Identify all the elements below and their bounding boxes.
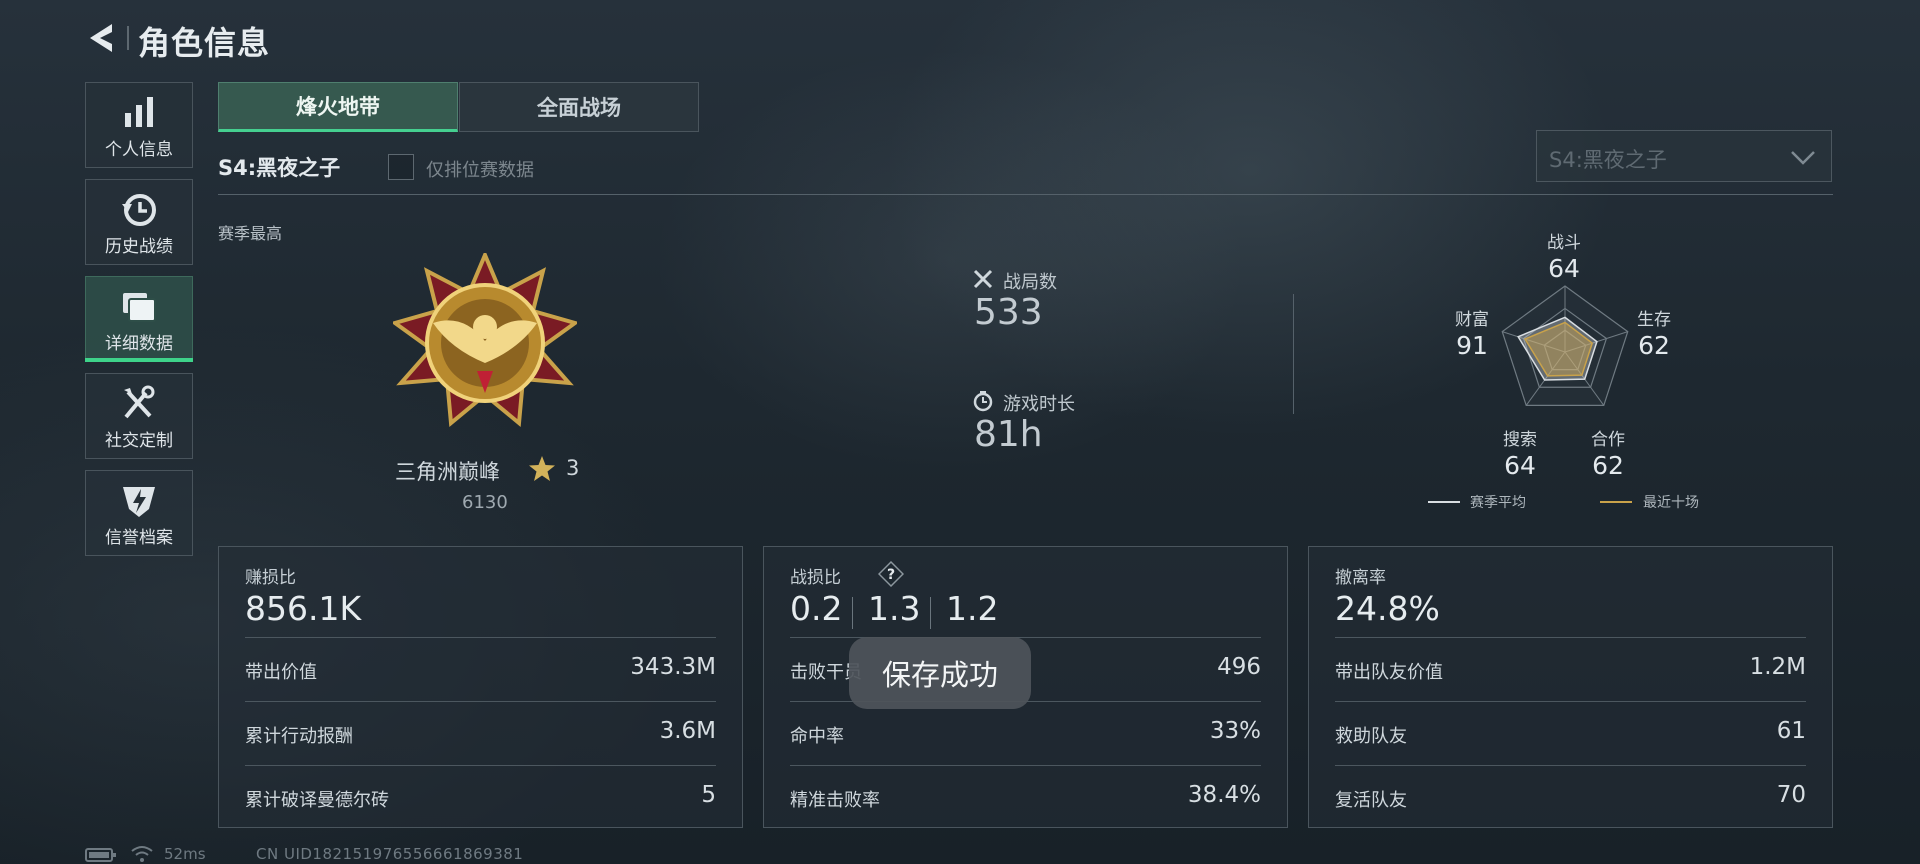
radar-value-wealth: 91 (1456, 331, 1488, 360)
row-value: 5 (701, 782, 716, 808)
kd-separator (852, 597, 853, 629)
row-divider (790, 765, 1261, 766)
bar-chart-icon (125, 97, 153, 127)
radar-label-survival: 生存 (1637, 310, 1671, 330)
help-icon[interactable]: ? (878, 561, 904, 587)
profit-value: 856.1K (245, 589, 362, 628)
season-high-label: 赛季最高 (218, 224, 283, 243)
cards-stack-icon (123, 293, 156, 322)
row-value: 496 (1217, 654, 1261, 680)
radar-value-search: 64 (1504, 451, 1536, 480)
row-value: 1.2M (1749, 654, 1806, 680)
profit-card: 赚损比 856.1K 带出价值 343.3M 累计行动报酬 3.6M 累计破译曼… (218, 546, 743, 828)
row-divider (245, 701, 716, 702)
ranked-only-label: 仅排位赛数据 (426, 160, 534, 181)
sidebar-item-details[interactable]: 详细数据 (85, 276, 193, 362)
row-value: 38.4% (1187, 782, 1261, 808)
row-value: 33% (1209, 718, 1261, 744)
title-divider (127, 26, 129, 50)
tab-warzone[interactable]: 烽火地带 (218, 82, 458, 132)
vertical-divider (1293, 294, 1294, 414)
season-title: S4:黑夜之子 (218, 156, 341, 180)
stopwatch-icon (973, 391, 993, 412)
row-divider (245, 765, 716, 766)
history-clock-icon (122, 194, 156, 226)
kd-title: 战损比 (790, 568, 841, 588)
sidebar-item-history[interactable]: 历史战绩 (85, 179, 193, 265)
sidebar-item-label: 个人信息 (105, 140, 173, 160)
rank-name: 三角洲巅峰 (395, 460, 500, 484)
row-divider (1335, 637, 1806, 638)
crossed-swords-icon (973, 269, 993, 289)
extraction-title: 撤离率 (1335, 568, 1386, 588)
matches-label: 战局数 (1003, 272, 1057, 293)
page-title: 角色信息 (138, 24, 271, 62)
row-label: 累计破译曼德尔砖 (245, 790, 389, 811)
tools-icon (124, 385, 155, 419)
row-label: 命中率 (790, 726, 844, 747)
sidebar-item-profile[interactable]: 个人信息 (85, 82, 193, 168)
chevron-down-icon (1791, 151, 1815, 165)
season-dropdown-value: S4:黑夜之子 (1549, 148, 1667, 172)
row-label: 复活队友 (1335, 790, 1407, 811)
battery-icon (85, 848, 116, 862)
row-divider (1335, 701, 1806, 702)
rank-medal-icon (393, 253, 577, 427)
sidebar-item-label: 历史战绩 (105, 237, 173, 257)
row-label: 带出队友价值 (1335, 662, 1443, 683)
sidebar-item-credit[interactable]: 信誉档案 (85, 470, 193, 556)
radar-label-combat: 战斗 (1547, 233, 1581, 253)
playtime-label: 游戏时长 (1003, 394, 1075, 415)
sidebar-item-label: 信誉档案 (105, 528, 173, 548)
row-label: 救助队友 (1335, 726, 1407, 747)
sidebar-item-label: 社交定制 (105, 431, 173, 451)
radar-value-cooperation: 62 (1592, 451, 1624, 480)
extraction-card: 撤离率 24.8% 带出队友价值 1.2M 救助队友 61 复活队友 70 (1308, 546, 1833, 828)
sidebar-item-social[interactable]: 社交定制 (85, 373, 193, 459)
wifi-icon (131, 846, 153, 862)
kd-value-2: 1.3 (868, 589, 921, 628)
kd-separator (930, 597, 931, 629)
row-value: 70 (1776, 782, 1806, 808)
radar-label-search: 搜索 (1503, 430, 1537, 450)
legend-recent-swatch (1600, 501, 1632, 503)
radar-value-survival: 62 (1638, 331, 1670, 360)
ranked-only-checkbox[interactable] (388, 154, 414, 180)
legend-season-swatch (1428, 501, 1460, 503)
row-value: 343.3M (630, 654, 716, 680)
section-divider (218, 194, 1833, 195)
row-divider (1335, 765, 1806, 766)
playtime-value: 81h (974, 414, 1043, 455)
user-uid: CN UID182151976556661869381 (256, 845, 524, 863)
profit-title: 赚损比 (245, 568, 296, 588)
legend-season-label: 赛季平均 (1470, 495, 1526, 511)
shield-bolt-icon (123, 487, 155, 517)
svg-text:?: ? (887, 567, 895, 583)
row-label: 累计行动报酬 (245, 726, 353, 747)
tab-battlefield[interactable]: 全面战场 (459, 82, 699, 132)
row-value: 3.6M (659, 718, 716, 744)
row-divider (245, 637, 716, 638)
row-label: 精准击败率 (790, 790, 880, 811)
rank-star-count: 3 (566, 456, 580, 480)
ping-readout: 52ms (164, 845, 206, 863)
kd-value-1: 0.2 (790, 589, 843, 628)
kd-value-3: 1.2 (946, 589, 999, 628)
matches-value: 533 (974, 292, 1043, 333)
sidebar-item-label: 详细数据 (105, 334, 173, 354)
back-arrow-icon[interactable] (82, 18, 122, 58)
rank-score: 6130 (462, 492, 508, 513)
radar-label-cooperation: 合作 (1591, 430, 1625, 450)
row-value: 61 (1776, 718, 1806, 744)
star-icon (529, 456, 555, 481)
radar-value-combat: 64 (1548, 254, 1580, 283)
legend-recent-label: 最近十场 (1643, 495, 1699, 511)
extraction-value: 24.8% (1335, 589, 1440, 628)
row-label: 带出价值 (245, 662, 317, 683)
season-dropdown[interactable]: S4:黑夜之子 (1536, 130, 1832, 182)
radar-label-wealth: 财富 (1455, 310, 1489, 330)
toast-message: 保存成功 (849, 637, 1031, 709)
